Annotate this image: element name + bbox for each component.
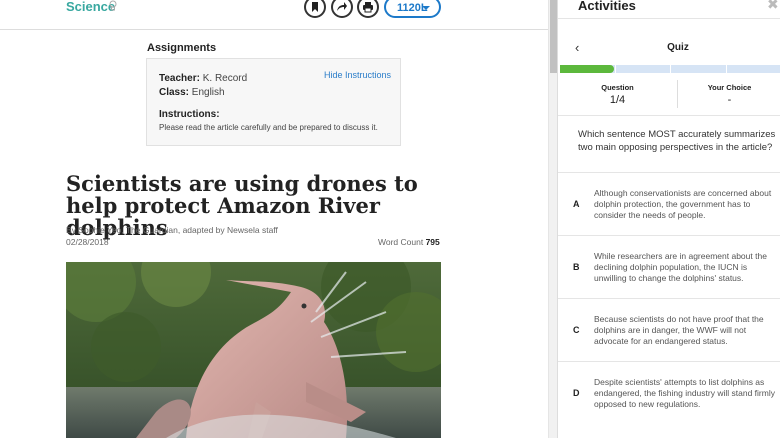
- answer-option-c[interactable]: C Because scientists do not have proof t…: [558, 298, 780, 360]
- quiz-title: Quiz: [667, 42, 689, 53]
- article-toolbar: Science 1120L: [0, 0, 548, 30]
- teacher-value: K. Record: [202, 73, 248, 84]
- article-pane: Science 1120L Assignments Teacher: K. Re…: [0, 0, 548, 438]
- activities-panel: Activities ✖ ‹ Quiz Question 1/4 Your Ch…: [557, 0, 780, 438]
- bookmark-button[interactable]: [304, 0, 326, 18]
- divider: [558, 115, 780, 116]
- lexile-dropdown[interactable]: 1120L: [384, 0, 441, 18]
- answer-text: Because scientists do not have proof tha…: [594, 313, 764, 346]
- question-text: Which sentence MOST accurately summarize…: [578, 129, 776, 153]
- activities-title: Activities: [578, 0, 636, 13]
- answer-text: While researchers are in agreement about…: [594, 250, 767, 283]
- progress-segment: [726, 65, 780, 73]
- answer-text: Although conservationists are concerned …: [594, 187, 772, 220]
- answer-option-b[interactable]: B While researchers are in agreement abo…: [558, 235, 780, 297]
- article-date: 02/28/2018: [66, 237, 109, 247]
- answer-option-a[interactable]: A Although conservationists are concerne…: [558, 172, 780, 234]
- chevron-down-icon: [422, 6, 430, 10]
- class-label: Class:: [159, 87, 190, 98]
- assignment-panel: Teacher: K. Record Class: English Hide I…: [146, 58, 401, 146]
- instructions-label: Instructions:: [159, 109, 220, 120]
- answer-letter: B: [573, 262, 580, 272]
- share-button[interactable]: [331, 0, 353, 18]
- bookmark-icon: [312, 2, 318, 12]
- class-row: Class: English: [159, 87, 225, 98]
- quiz-progress-bar: [560, 65, 780, 73]
- article-byline: By Sophie Yeo, The Guardian, adapted by …: [66, 225, 278, 235]
- choice-label: Your Choice: [707, 83, 752, 92]
- answer-letter: A: [573, 199, 580, 209]
- question-counter: Question 1/4: [558, 80, 677, 110]
- answer-text: Despite scientists' attempts to list dol…: [594, 376, 775, 409]
- lightbulb-icon: [109, 0, 117, 11]
- print-button[interactable]: [357, 0, 379, 18]
- progress-segment: [615, 65, 670, 73]
- word-count-value: 795: [425, 237, 440, 247]
- teacher-row: Teacher: K. Record: [159, 73, 247, 84]
- print-icon: [363, 2, 373, 13]
- progress-fill: [560, 65, 615, 73]
- choice-value: -: [727, 94, 732, 106]
- answer-letter: D: [573, 388, 580, 398]
- close-icon[interactable]: ✖: [767, 0, 779, 13]
- hide-instructions-link[interactable]: Hide Instructions: [324, 70, 391, 80]
- teacher-label: Teacher:: [159, 73, 200, 84]
- divider: [558, 18, 780, 19]
- instructions-text: Please read the article carefully and be…: [159, 123, 378, 132]
- progress-segment: [671, 65, 726, 73]
- river-dolphin-photo: [66, 262, 441, 438]
- answer-letter: C: [573, 325, 580, 335]
- question-label: Question: [601, 83, 634, 92]
- word-count-label: Word Count: [378, 237, 424, 247]
- article-scrollbar[interactable]: [548, 0, 557, 438]
- question-value: 1/4: [609, 94, 626, 106]
- assignments-heading: Assignments: [147, 42, 217, 54]
- share-icon: [337, 2, 347, 11]
- class-value: English: [191, 87, 225, 98]
- answer-option-d[interactable]: D Despite scientists' attempts to list d…: [558, 361, 780, 423]
- word-count: Word Count 795: [378, 237, 440, 247]
- your-choice: Your Choice -: [678, 80, 780, 110]
- scrollbar-thumb[interactable]: [550, 0, 557, 73]
